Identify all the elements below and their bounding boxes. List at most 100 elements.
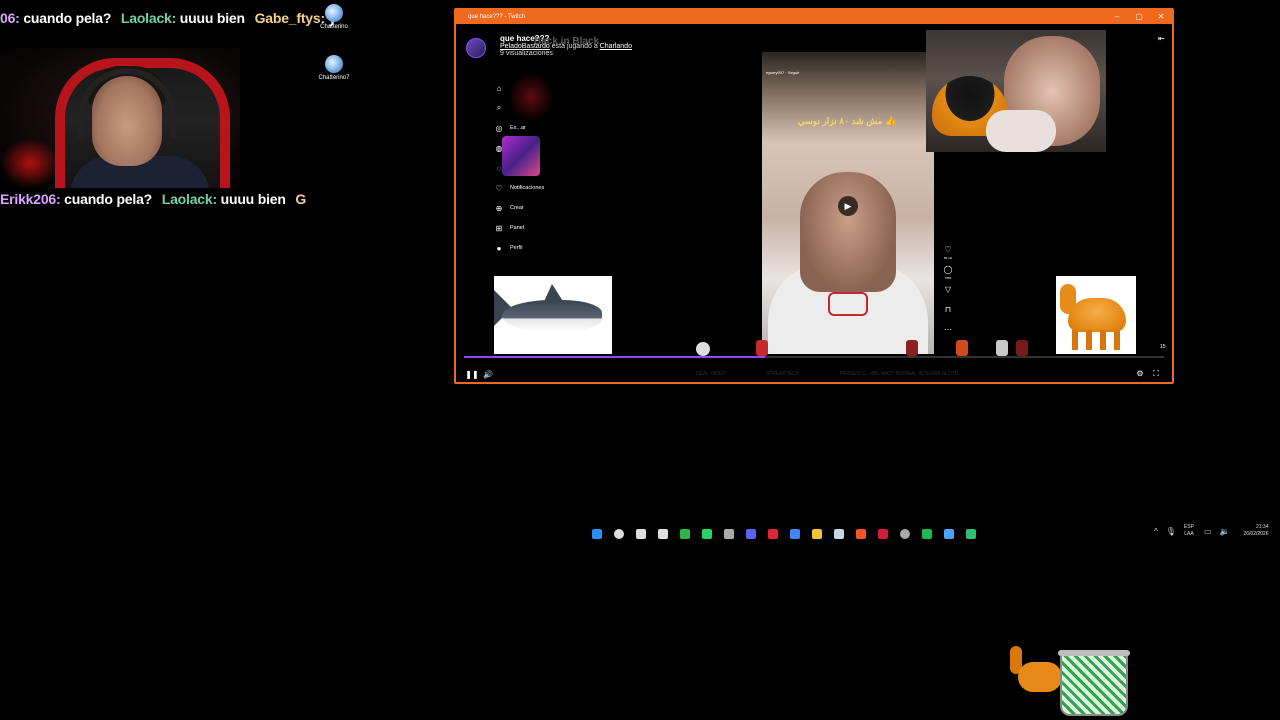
- recycle-bin-lid: [1058, 650, 1130, 656]
- close-button[interactable]: ✕: [1150, 10, 1172, 24]
- taskview-icon-glyph: [636, 529, 646, 539]
- xbox-icon[interactable]: [674, 526, 696, 542]
- chat-message: cuando pela?: [64, 191, 153, 207]
- nav-item-home[interactable]: ⌂: [494, 78, 574, 98]
- folder-icon-glyph: [812, 529, 822, 539]
- app-icon[interactable]: [938, 526, 960, 542]
- terminal-icon[interactable]: [960, 526, 982, 542]
- category-link[interactable]: Charlando: [600, 43, 632, 50]
- taskview-icon[interactable]: [630, 526, 652, 542]
- twitch-window: que hace??? - Twitch – ▢ ✕ Back in Black…: [454, 8, 1174, 384]
- stream-subtitle: PeladoBastardo está jugando a Charlando: [500, 43, 632, 50]
- language-indicator[interactable]: ESP LAA: [1184, 524, 1194, 538]
- volume-icon[interactable]: 🔉: [1220, 527, 1230, 536]
- share-button[interactable]: ▽: [940, 284, 956, 304]
- pause-icon[interactable]: ❚❚: [464, 370, 480, 379]
- chat-message: uuuu bien: [220, 191, 286, 207]
- search-icon: ⌕: [496, 103, 502, 112]
- exit-theater-icon[interactable]: ⇤: [1158, 34, 1165, 43]
- opera-gx-icon[interactable]: [872, 526, 894, 542]
- chat-line: 06: cuando pela? Laolack: uuuu bien Gabe…: [0, 10, 342, 26]
- tiktok-video[interactable]: egwey007 · Seguir مش شد ٨٠ نزار نوسي 👍 ▶: [762, 52, 934, 354]
- brave-icon[interactable]: [850, 526, 872, 542]
- settings-icon[interactable]: [894, 526, 916, 542]
- view-count: 9 visualizaciones: [500, 50, 553, 57]
- plus-icon: ⊕: [495, 203, 503, 213]
- discord-icon-glyph: [746, 529, 756, 539]
- whatsapp-icon[interactable]: [696, 526, 718, 542]
- desktop-icon-chatterino7[interactable]: Chatterino7: [309, 55, 359, 81]
- clock-time: 21:34: [1255, 524, 1269, 530]
- whatsapp-icon-glyph: [702, 529, 712, 539]
- chat-username: G: [295, 191, 307, 207]
- chat-username: Laolack:: [161, 191, 217, 207]
- opera-icon[interactable]: [762, 526, 784, 542]
- tiktok-overlay-text: مش شد ٨٠ نزار نوسي 👍: [797, 116, 897, 126]
- nav-item-label: Perfil: [510, 245, 523, 251]
- window-title: que hace??? - Twitch: [468, 14, 525, 20]
- pixel-sprites: [696, 326, 1056, 356]
- comment-button[interactable]: ◯ 7552: [940, 264, 956, 284]
- chat-username: Erikk206:: [0, 191, 61, 207]
- chrome-icon-glyph: [790, 529, 800, 539]
- save-button[interactable]: ⊓: [940, 304, 956, 324]
- steam-icon-glyph: [834, 529, 844, 539]
- nav-item-label: Panel: [510, 225, 525, 231]
- spotify-icon-glyph: [922, 529, 932, 539]
- streamer-link[interactable]: PeladoBastardo: [500, 43, 550, 50]
- player-controls: ❚❚ 🔊 DEAL VIDEO STREAKTECH PERSEO C... A…: [456, 364, 1172, 382]
- settings-icon-glyph: [900, 529, 910, 539]
- playing-text: está jugando a: [551, 43, 598, 50]
- camel-overlay: [1056, 276, 1136, 354]
- progress-fill: [464, 356, 765, 358]
- chat-message: cuando pela?: [23, 10, 112, 26]
- recycle-bin-sprite: [1060, 652, 1128, 716]
- discord-icon[interactable]: [740, 526, 762, 542]
- streamer-webcam: [0, 48, 240, 188]
- network-icon[interactable]: ▭: [1204, 527, 1212, 536]
- spotify-icon[interactable]: [916, 526, 938, 542]
- widgets-icon[interactable]: [652, 526, 674, 542]
- nav-item-create[interactable]: ⊕ Crear: [494, 198, 574, 218]
- nav-item-notifications[interactable]: ♡ Notificaciones: [494, 178, 574, 198]
- faint-label: STREAKTECH: [765, 371, 800, 377]
- windows-icon[interactable]: [586, 526, 608, 542]
- like-button[interactable]: ♡ 85 mil: [940, 244, 956, 264]
- progress-bar[interactable]: [464, 356, 1164, 358]
- windows-icon-glyph: [592, 529, 602, 539]
- faint-label: PERSEO C... ABL MATT NORMAL INTEGRA SLOT…: [839, 371, 963, 377]
- settings-icon[interactable]: ⚙: [1132, 369, 1148, 379]
- chrome-icon[interactable]: [784, 526, 806, 542]
- desktop-icon-chatterino[interactable]: Chatterino: [309, 4, 359, 30]
- streamer-avatar[interactable]: [466, 38, 486, 58]
- nav-item-profile[interactable]: ● Perfil: [494, 238, 574, 258]
- clock[interactable]: 21:34 26/02/2026: [1243, 524, 1268, 538]
- terminal-icon-glyph: [966, 529, 976, 539]
- nav-item-label: Crear: [510, 205, 524, 211]
- search-icon[interactable]: [608, 526, 630, 542]
- chat-username: Laolack:: [120, 10, 177, 26]
- folder-icon[interactable]: [806, 526, 828, 542]
- stream-info: que hace??? PeladoBastardo está jugando …: [466, 34, 632, 58]
- nav-item-panel[interactable]: ⊞ Panel: [494, 218, 574, 238]
- minimize-button[interactable]: –: [1106, 10, 1128, 24]
- send-icon: ◌: [496, 163, 502, 173]
- maximize-button[interactable]: ▢: [1128, 10, 1150, 24]
- nav-item-search[interactable]: ⌕: [494, 98, 574, 118]
- tiktok-user[interactable]: egwey007 · Seguir: [766, 70, 930, 75]
- shark-overlay: [494, 276, 612, 354]
- nav-item-explore[interactable]: ◎ Ex...ar: [494, 118, 574, 138]
- nav-item-messages[interactable]: ◍: [494, 138, 574, 158]
- time-label: 15: [1160, 344, 1166, 350]
- fullscreen-icon[interactable]: ⛶: [1148, 369, 1164, 379]
- play-icon[interactable]: ▶: [838, 196, 858, 216]
- chat-line: Erikk206: cuando pela? Laolack: uuuu bie…: [0, 191, 306, 207]
- volume-icon[interactable]: 🔊: [480, 370, 496, 379]
- microphone-icon[interactable]: 🎙: [1166, 527, 1176, 536]
- window-titlebar[interactable]: que hace??? - Twitch – ▢ ✕: [456, 10, 1172, 24]
- nav-item-send[interactable]: ◌: [494, 158, 574, 178]
- steam-icon[interactable]: [828, 526, 850, 542]
- tray-chevron-icon[interactable]: ^: [1154, 527, 1158, 536]
- chatgpt-icon[interactable]: [718, 526, 740, 542]
- search-icon-glyph: [614, 529, 624, 539]
